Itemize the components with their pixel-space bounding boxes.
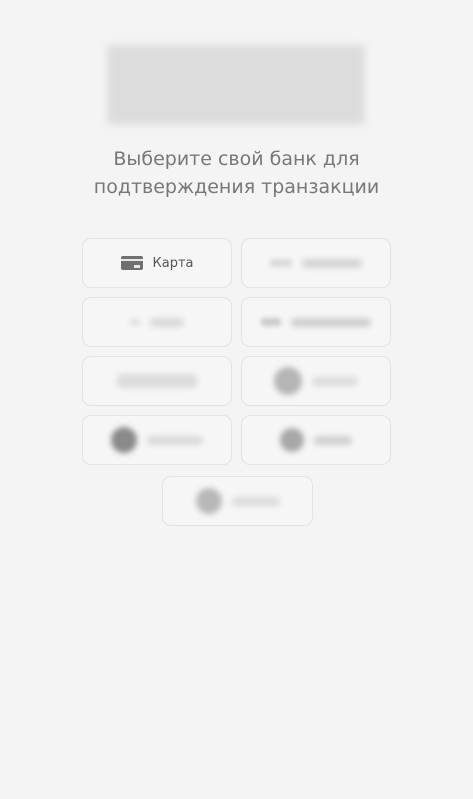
bank-logo-icon	[195, 488, 222, 514]
bank-option-label: Карта	[152, 255, 194, 271]
bank-option-5[interactable]	[82, 356, 232, 406]
card-icon	[120, 256, 143, 270]
bank-option-card[interactable]: Карта	[82, 238, 232, 288]
bank-option-label-blurred	[147, 435, 203, 445]
bank-option-3[interactable]	[82, 297, 232, 347]
bank-logo-icon	[261, 318, 281, 326]
bank-option-label-blurred	[302, 258, 362, 268]
bank-option-7[interactable]	[82, 415, 232, 465]
bank-logo-icon	[130, 318, 140, 326]
bank-logo-icon	[274, 367, 302, 395]
bank-option-9[interactable]	[162, 476, 313, 526]
merchant-logo	[107, 45, 365, 125]
bank-option-label-blurred	[150, 317, 184, 327]
bank-option-label-blurred	[117, 374, 197, 388]
bank-logo-icon	[270, 259, 292, 267]
bank-option-label-blurred	[231, 496, 280, 506]
bank-option-6[interactable]	[241, 356, 391, 406]
bank-option-2[interactable]	[241, 238, 391, 288]
bank-logo-icon	[111, 427, 137, 453]
page-title: Выберите свой банк для подтверждения тра…	[93, 148, 380, 198]
bank-option-4[interactable]	[241, 297, 391, 347]
bank-option-label-blurred	[312, 376, 358, 386]
bank-option-label-blurred	[291, 317, 371, 327]
bank-option-label-blurred	[314, 435, 352, 445]
bank-logo-icon	[280, 428, 304, 452]
bank-option-8[interactable]	[241, 415, 391, 465]
